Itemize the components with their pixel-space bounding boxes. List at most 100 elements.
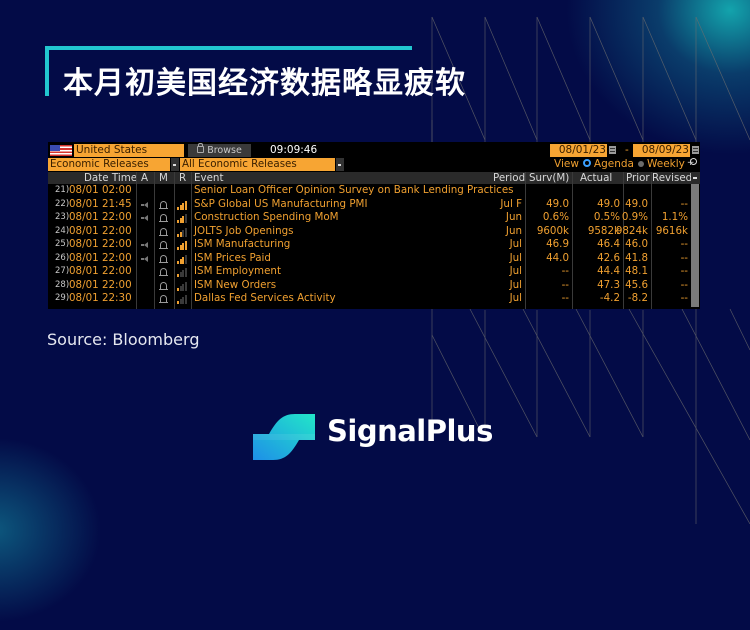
row-actual: 46.4 [597, 238, 620, 250]
bell-icon[interactable] [159, 241, 168, 249]
col-a[interactable]: A [141, 172, 148, 184]
bell-icon[interactable] [159, 214, 168, 222]
col-actual[interactable]: Actual [580, 172, 612, 184]
add-search-icon[interactable] [687, 158, 697, 168]
radio-weekly[interactable] [637, 161, 644, 167]
row-actual: 42.6 [597, 251, 620, 264]
col-survey[interactable]: Surv(M) [529, 172, 569, 184]
row-event[interactable]: Construction Spending MoM [194, 211, 339, 225]
speaker-icon[interactable] [141, 242, 149, 248]
background-glow-top-right [560, 0, 750, 160]
terminal-filter-bar: Economic Releases All Economic Releases … [48, 158, 700, 171]
table-row[interactable]: 29) 08/01 22:30 Dallas Fed Services Activi… [48, 292, 689, 306]
speaker-icon[interactable] [141, 215, 149, 221]
table-row[interactable]: 21) 08/01 02:00 Senior Loan Officer Opinio… [48, 184, 689, 198]
title-accent-bar [45, 46, 49, 96]
calendar-icon[interactable] [609, 146, 616, 154]
row-revised: -- [680, 278, 688, 291]
row-revised: -- [680, 197, 688, 210]
filter-select[interactable]: All Economic Releases [180, 158, 335, 171]
browse-button[interactable]: Browse [188, 143, 251, 157]
row-survey: 44.0 [546, 251, 569, 264]
country-field[interactable]: United States [74, 144, 184, 157]
date-separator: - [625, 144, 629, 156]
view-option-weekly[interactable]: Weekly [647, 158, 685, 170]
row-event[interactable]: JOLTS Job Openings [194, 225, 294, 239]
col-prior[interactable]: Prior [626, 172, 650, 184]
col-event[interactable]: Event [194, 172, 224, 184]
browse-label: Browse [207, 145, 242, 156]
view-option-agenda[interactable]: Agenda [594, 158, 634, 170]
row-revised: 9616k [655, 224, 688, 237]
lock-icon [197, 143, 205, 153]
table-row[interactable]: 24) 08/01 22:00 JOLTS Job Openings Jun 9600k… [48, 225, 689, 239]
row-event[interactable]: ISM New Orders [194, 279, 276, 293]
row-survey: -- [561, 278, 569, 291]
row-period: Jul F [500, 197, 522, 210]
row-period: Jun [505, 224, 522, 237]
table-row[interactable]: 26) 08/01 22:00 ISM Prices Paid Jul 44.0 42.6… [48, 252, 689, 266]
row-event[interactable]: S&P Global US Manufacturing PMI [194, 198, 367, 212]
table-row[interactable]: 28) 08/01 22:00 ISM New Orders Jul -- 47.3 45.… [48, 279, 689, 293]
col-date-time[interactable]: Date Time [84, 172, 137, 184]
bell-icon[interactable] [159, 268, 168, 276]
bell-icon[interactable] [159, 227, 168, 236]
speaker-icon[interactable] [141, 255, 149, 262]
table-row[interactable]: 25) 08/01 22:00 ISM Manufacturing Jul 46.9 46… [48, 238, 689, 252]
row-actual: -4.2 [599, 292, 620, 304]
relevance-bar [184, 241, 187, 250]
date-from-field[interactable]: 08/01/23 [550, 144, 607, 157]
terminal-toolbar: United States Browse 09:09:46 08/01/23 -… [48, 143, 700, 157]
bell-icon[interactable] [159, 281, 168, 290]
bell-icon[interactable] [159, 254, 168, 263]
relevance-bar [184, 227, 187, 237]
row-event[interactable]: Senior Loan Officer Opinion Survey on Ba… [194, 184, 514, 198]
scrollbar[interactable] [691, 184, 699, 307]
row-number: 24) [55, 225, 70, 236]
row-survey: 49.0 [546, 197, 569, 210]
bell-icon[interactable] [159, 295, 168, 303]
row-period: Jul [509, 238, 522, 250]
table-row[interactable]: 23) 08/01 22:00 Construction Spending MoM J… [48, 211, 689, 225]
background-glow-bottom-left [0, 430, 110, 630]
col-period[interactable]: Period [493, 172, 525, 184]
row-revised: 1.1% [661, 211, 688, 223]
row-prior: 0.9% [621, 211, 648, 223]
row-survey: -- [561, 292, 569, 304]
category-select[interactable]: Economic Releases [48, 158, 170, 171]
row-period: Jul [509, 292, 522, 304]
calendar-icon[interactable] [692, 146, 699, 154]
relevance-signal-icon [177, 295, 187, 304]
row-survey: 9600k [536, 224, 569, 237]
row-datetime: 08/01 02:00 [69, 184, 132, 196]
row-event[interactable]: ISM Prices Paid [194, 252, 271, 266]
bell-icon[interactable] [159, 200, 168, 209]
col-r[interactable]: R [179, 172, 186, 184]
relevance-signal-icon [177, 227, 187, 237]
row-event[interactable]: Dallas Fed Services Activity [194, 292, 336, 306]
table-row[interactable]: 22) 08/01 21:45 S&P Global US Manufacturin… [48, 198, 689, 212]
radio-agenda[interactable] [582, 159, 591, 167]
relevance-signal-icon [177, 254, 187, 264]
row-datetime: 08/01 22:00 [69, 278, 132, 291]
row-number: 29) [55, 293, 70, 303]
chevron-down-icon[interactable] [336, 158, 344, 171]
row-survey: -- [561, 265, 569, 277]
row-prior: 41.8 [625, 251, 648, 264]
clock-time: 09:09:46 [270, 144, 318, 156]
scroll-up-button[interactable] [691, 173, 699, 183]
row-datetime: 08/01 22:00 [69, 265, 132, 277]
col-m[interactable]: M [159, 172, 168, 184]
row-number: 28) [55, 279, 70, 290]
title-accent-line [45, 46, 412, 50]
col-revised[interactable]: Revised [652, 172, 692, 184]
table-row[interactable]: 27) 08/01 22:00 ISM Employment Jul -- 44.4 48.… [48, 265, 689, 279]
row-event[interactable]: ISM Employment [194, 265, 281, 279]
speaker-icon[interactable] [141, 201, 149, 208]
row-actual: 44.4 [597, 265, 620, 277]
chevron-down-icon[interactable] [171, 158, 179, 171]
row-revised: -- [680, 238, 688, 250]
row-event[interactable]: ISM Manufacturing [194, 238, 290, 252]
date-to-field[interactable]: 08/09/23 [633, 144, 690, 157]
relevance-signal-icon [177, 241, 187, 250]
